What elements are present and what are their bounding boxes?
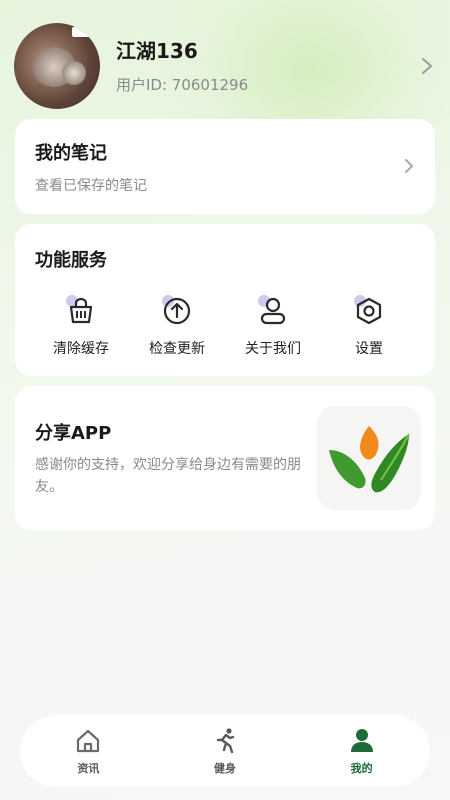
profile-info: 江湖136 用户ID: 70601296 — [116, 37, 436, 95]
my-notes-card[interactable]: 我的笔记 查看已保存的笔记 — [15, 119, 435, 214]
services-title: 功能服务 — [35, 250, 107, 271]
service-label: 检查更新 — [149, 341, 205, 357]
profile-name: 江湖136 — [116, 39, 198, 63]
settings-hexagon-icon — [352, 294, 386, 328]
tab-fitness[interactable]: 健身 — [185, 726, 265, 776]
chevron-right-icon[interactable] — [420, 56, 434, 76]
chevron-right-icon — [405, 159, 413, 173]
app-logo — [317, 406, 421, 510]
service-label: 关于我们 — [245, 341, 301, 357]
my-notes-subtitle: 查看已保存的笔记 — [35, 178, 147, 194]
tab-mine[interactable]: 我的 — [322, 726, 402, 776]
profile-user-id: 用户ID: 70601296 — [116, 76, 249, 94]
tab-news[interactable]: 资讯 — [48, 726, 128, 776]
tab-label: 健身 — [213, 762, 236, 775]
service-check-update[interactable]: 检查更新 — [129, 294, 225, 358]
person-icon — [256, 294, 290, 328]
upload-arrow-icon — [160, 294, 194, 328]
service-settings[interactable]: 设置 — [321, 294, 417, 358]
service-clear-cache[interactable]: 清除缓存 — [33, 294, 129, 358]
service-label: 设置 — [355, 341, 383, 357]
user-icon — [350, 729, 373, 752]
share-app-title: 分享APP — [35, 423, 112, 444]
share-app-card[interactable]: 分享APP 感谢你的支持，欢迎分享给身边有需要的朋友。 — [15, 386, 435, 530]
running-icon — [216, 728, 235, 754]
share-app-subtitle: 感谢你的支持，欢迎分享给身边有需要的朋友。 — [35, 457, 301, 495]
service-label: 清除缓存 — [53, 341, 109, 357]
service-about-us[interactable]: 关于我们 — [225, 294, 321, 358]
tab-label: 资讯 — [77, 762, 100, 775]
home-icon — [77, 729, 100, 753]
bottom-tab-bar: 资讯 健身 我的 — [20, 715, 430, 787]
services-row: 清除缓存 检查更新 关于我们 设置 — [33, 294, 417, 358]
basket-icon — [64, 294, 98, 328]
avatar[interactable] — [14, 23, 100, 109]
tab-label: 我的 — [350, 762, 373, 775]
profile-header[interactable]: 江湖136 用户ID: 70601296 — [14, 22, 436, 110]
my-notes-title: 我的笔记 — [35, 143, 107, 164]
services-card: 功能服务 清除缓存 检查更新 关于我们 设置 — [15, 224, 435, 376]
